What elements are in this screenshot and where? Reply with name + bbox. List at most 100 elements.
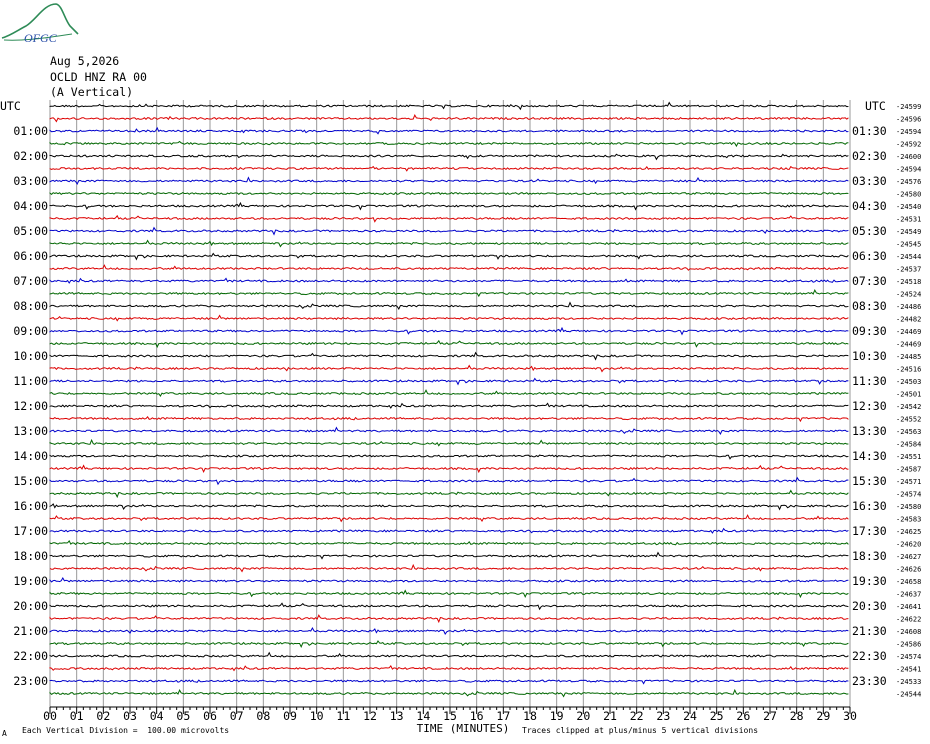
trace-offset-label: -24469 (896, 341, 921, 349)
trace-offset-label: -24516 (896, 366, 921, 374)
trace-offset-label: -24563 (896, 428, 921, 436)
time-grid (49, 100, 851, 707)
trace-offset-label: -24584 (896, 441, 921, 449)
hour-label: 16:00 (13, 499, 48, 513)
seismic-trace (49, 454, 849, 460)
trace-offset-label: -24586 (896, 641, 921, 649)
x-tick-label: 03 (123, 709, 137, 723)
hour-label: 05:00 (13, 224, 48, 238)
seismic-trace (49, 651, 849, 658)
half-hour-label: 20:30 (852, 599, 887, 613)
trace-offset-label: -24608 (896, 628, 921, 636)
seismic-trace (49, 679, 849, 685)
trace-offset-label: -24503 (896, 378, 921, 386)
seismic-trace (49, 140, 849, 148)
trace-offset-label: -24501 (896, 391, 921, 399)
x-tick-label: 23 (656, 709, 670, 723)
half-hour-label: 15:30 (852, 474, 887, 488)
trace-offset-label: -24469 (896, 328, 921, 336)
seismic-trace (49, 277, 849, 284)
seismic-trace (49, 191, 849, 196)
trace-offset-label: -24544 (896, 691, 921, 699)
x-tick-label: 20 (576, 709, 590, 723)
trace-offset-label: -24626 (896, 566, 921, 574)
seismic-trace (49, 476, 849, 486)
half-hour-label: 18:30 (852, 549, 887, 563)
seismic-trace (49, 438, 849, 447)
trace-offset-label: -24552 (896, 416, 921, 424)
hour-label: 21:00 (13, 624, 48, 638)
seismic-trace (49, 288, 849, 298)
x-tick-label: 02 (96, 709, 110, 723)
hour-label: 02:00 (13, 149, 48, 163)
hour-label: 04:00 (13, 199, 48, 213)
half-hour-label: 16:30 (852, 499, 887, 513)
trace-offset-label: -24580 (896, 191, 921, 199)
trace-offset-label: -24587 (896, 466, 921, 474)
seismic-trace (49, 589, 849, 599)
seismic-trace (49, 539, 849, 546)
seismic-trace (49, 301, 849, 311)
x-tick-label: 22 (630, 709, 644, 723)
seismic-trace (49, 640, 849, 649)
trace-offset-label: -24545 (896, 241, 921, 249)
hour-label: 06:00 (13, 249, 48, 263)
x-tick-label: 24 (683, 709, 697, 723)
x-tick-label: 28 (790, 709, 804, 723)
x-tick-label: 25 (710, 709, 724, 723)
hour-label: 13:00 (13, 424, 48, 438)
trace-offset-label: -24485 (896, 353, 921, 361)
hour-label: 12:00 (13, 399, 48, 413)
half-hour-label: 22:30 (852, 649, 887, 663)
seismic-trace (49, 201, 849, 211)
trace-offset-label: -24537 (896, 266, 921, 274)
x-tick-label: 06 (203, 709, 217, 723)
trace-offset-label: -24596 (896, 116, 921, 124)
half-hour-label: 17:30 (852, 524, 887, 538)
x-tick-label: 13 (390, 709, 404, 723)
half-hour-label: 03:30 (852, 174, 887, 188)
x-tick-label: 12 (363, 709, 377, 723)
corner-mark: A (2, 729, 7, 738)
x-tick-label: 18 (523, 709, 537, 723)
half-hour-label: 06:30 (852, 249, 887, 263)
trace-offset-label: -24641 (896, 603, 921, 611)
hour-label: 10:00 (13, 349, 48, 363)
hour-label: 20:00 (13, 599, 48, 613)
clip-note: Traces clipped at plus/minus 5 vertical … (522, 726, 759, 735)
x-tick-label: 16 (470, 709, 484, 723)
seismic-trace (49, 389, 849, 397)
x-tick-label: 09 (283, 709, 297, 723)
seismic-trace (49, 101, 849, 111)
hour-label: 22:00 (13, 649, 48, 663)
trace-offset-label: -24524 (896, 291, 921, 299)
seismic-trace (49, 514, 849, 523)
seismic-trace (49, 415, 849, 423)
seismic-trace (49, 464, 849, 474)
half-hour-label: 01:30 (852, 124, 887, 138)
seismic-trace (49, 551, 849, 560)
half-hour-label: 07:30 (852, 274, 887, 288)
hour-label: 15:00 (13, 474, 48, 488)
seismic-trace (49, 626, 849, 635)
half-hour-label: 19:30 (852, 574, 887, 588)
trace-layer (49, 101, 849, 698)
x-tick-label: 15 (443, 709, 457, 723)
trace-offset-label: -24622 (896, 616, 921, 624)
x-tick-label: 01 (70, 709, 84, 723)
seismic-trace (49, 264, 849, 271)
trace-offset-label: -24541 (896, 666, 921, 674)
trace-offset-label: -24594 (896, 166, 921, 174)
hour-label: 14:00 (13, 449, 48, 463)
seismic-trace (49, 214, 849, 223)
hour-label: 07:00 (13, 274, 48, 288)
hour-label: 09:00 (13, 324, 48, 338)
hour-label: 17:00 (13, 524, 48, 538)
half-hour-label: 13:30 (852, 424, 887, 438)
x-tick-label: 08 (256, 709, 270, 723)
trace-offset-label: -24544 (896, 253, 921, 261)
left-axis-title: UTC (0, 99, 21, 113)
trace-offset-label: -24574 (896, 491, 921, 499)
seismic-trace (49, 176, 849, 186)
hour-label: 19:00 (13, 574, 48, 588)
